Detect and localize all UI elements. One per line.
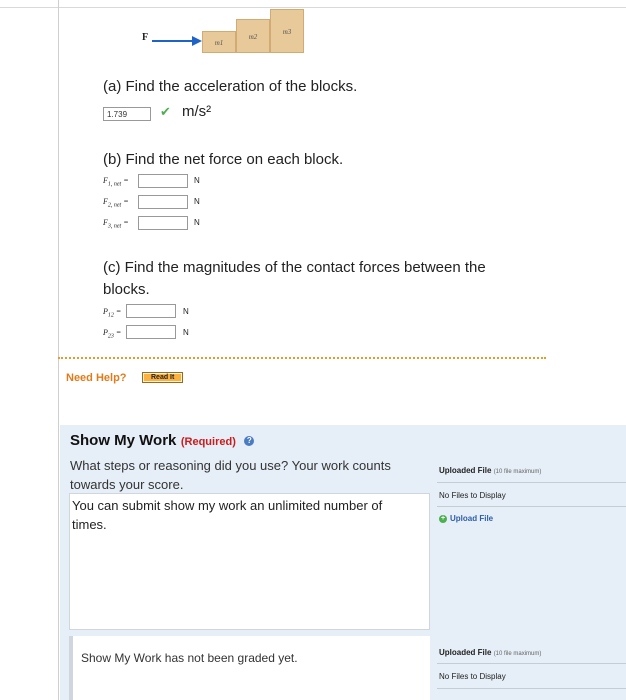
f3-net-input[interactable] xyxy=(138,216,188,230)
left-gutter-line xyxy=(58,0,59,700)
f2-net-label: F2, net = xyxy=(103,197,129,209)
force-label: F xyxy=(142,32,149,43)
question-b: (b) Find the net force on each block. xyxy=(103,151,344,168)
f1-net-unit: N xyxy=(194,176,200,185)
p12-unit: N xyxy=(183,307,189,316)
section-divider xyxy=(58,357,546,359)
show-my-work-title: Show My Work xyxy=(70,432,177,449)
p23-input[interactable] xyxy=(126,325,176,339)
no-files-text: No Files to Display xyxy=(439,491,506,500)
f3-net-label: F3, net = xyxy=(103,218,129,230)
f1-net-label: F1, net = xyxy=(103,176,129,188)
p12-input[interactable] xyxy=(126,304,176,318)
graded-status-box: Show My Work has not been graded yet. xyxy=(69,636,430,700)
f2-net-input[interactable] xyxy=(138,195,188,209)
uploaded-file-heading-2: Uploaded File (10 file maximum) xyxy=(439,648,542,657)
plus-circle-icon: + xyxy=(439,514,447,523)
upload-file-button[interactable]: + Upload File xyxy=(439,514,493,523)
f2-net-unit: N xyxy=(194,197,200,206)
show-my-work-desc-line2: towards your score. xyxy=(70,477,184,492)
acceleration-answer[interactable]: 1.739 xyxy=(103,107,151,121)
help-icon[interactable]: ? xyxy=(244,435,255,446)
acceleration-unit: m/s² xyxy=(182,103,212,120)
block-m1: m1 xyxy=(202,31,236,53)
required-badge: (Required) xyxy=(180,436,236,448)
force-arrow-head xyxy=(192,36,202,46)
upload-divider xyxy=(437,663,626,664)
upload-divider xyxy=(437,688,626,689)
top-border xyxy=(0,0,626,8)
upload-divider xyxy=(437,482,626,483)
force-arrow xyxy=(152,40,194,42)
show-my-work-textarea[interactable]: You can submit show my work an unlimited… xyxy=(69,493,430,630)
show-my-work-heading: Show My Work (Required) ? xyxy=(70,432,255,450)
p23-unit: N xyxy=(183,328,189,337)
need-help-label: Need Help? xyxy=(66,372,127,384)
question-c-line1: (c) Find the magnitudes of the contact f… xyxy=(103,259,486,276)
blocks-diagram: F m1 m2 m3 xyxy=(140,8,310,53)
f1-net-input[interactable] xyxy=(138,174,188,188)
f3-net-unit: N xyxy=(194,218,200,227)
read-it-button[interactable]: Read It xyxy=(142,372,184,383)
question-c-line2: blocks. xyxy=(103,281,150,298)
block-m3: m3 xyxy=(270,9,304,53)
p23-label: P23 = xyxy=(103,328,122,340)
graded-status-text: Show My Work has not been graded yet. xyxy=(81,651,298,665)
textarea-line1: You can submit show my work an unlimited… xyxy=(72,498,383,513)
uploaded-file-heading: Uploaded File (10 file maximum) xyxy=(439,466,542,475)
p12-label: P12 = xyxy=(103,307,122,319)
upload-divider xyxy=(437,506,626,507)
question-a: (a) Find the acceleration of the blocks. xyxy=(103,78,358,95)
block-m2: m2 xyxy=(236,19,270,53)
correct-check-icon: ✔ xyxy=(160,104,171,119)
show-my-work-desc-line1: What steps or reasoning did you use? You… xyxy=(70,458,391,473)
textarea-line2: times. xyxy=(72,517,107,532)
no-files-text-2: No Files to Display xyxy=(439,672,506,681)
